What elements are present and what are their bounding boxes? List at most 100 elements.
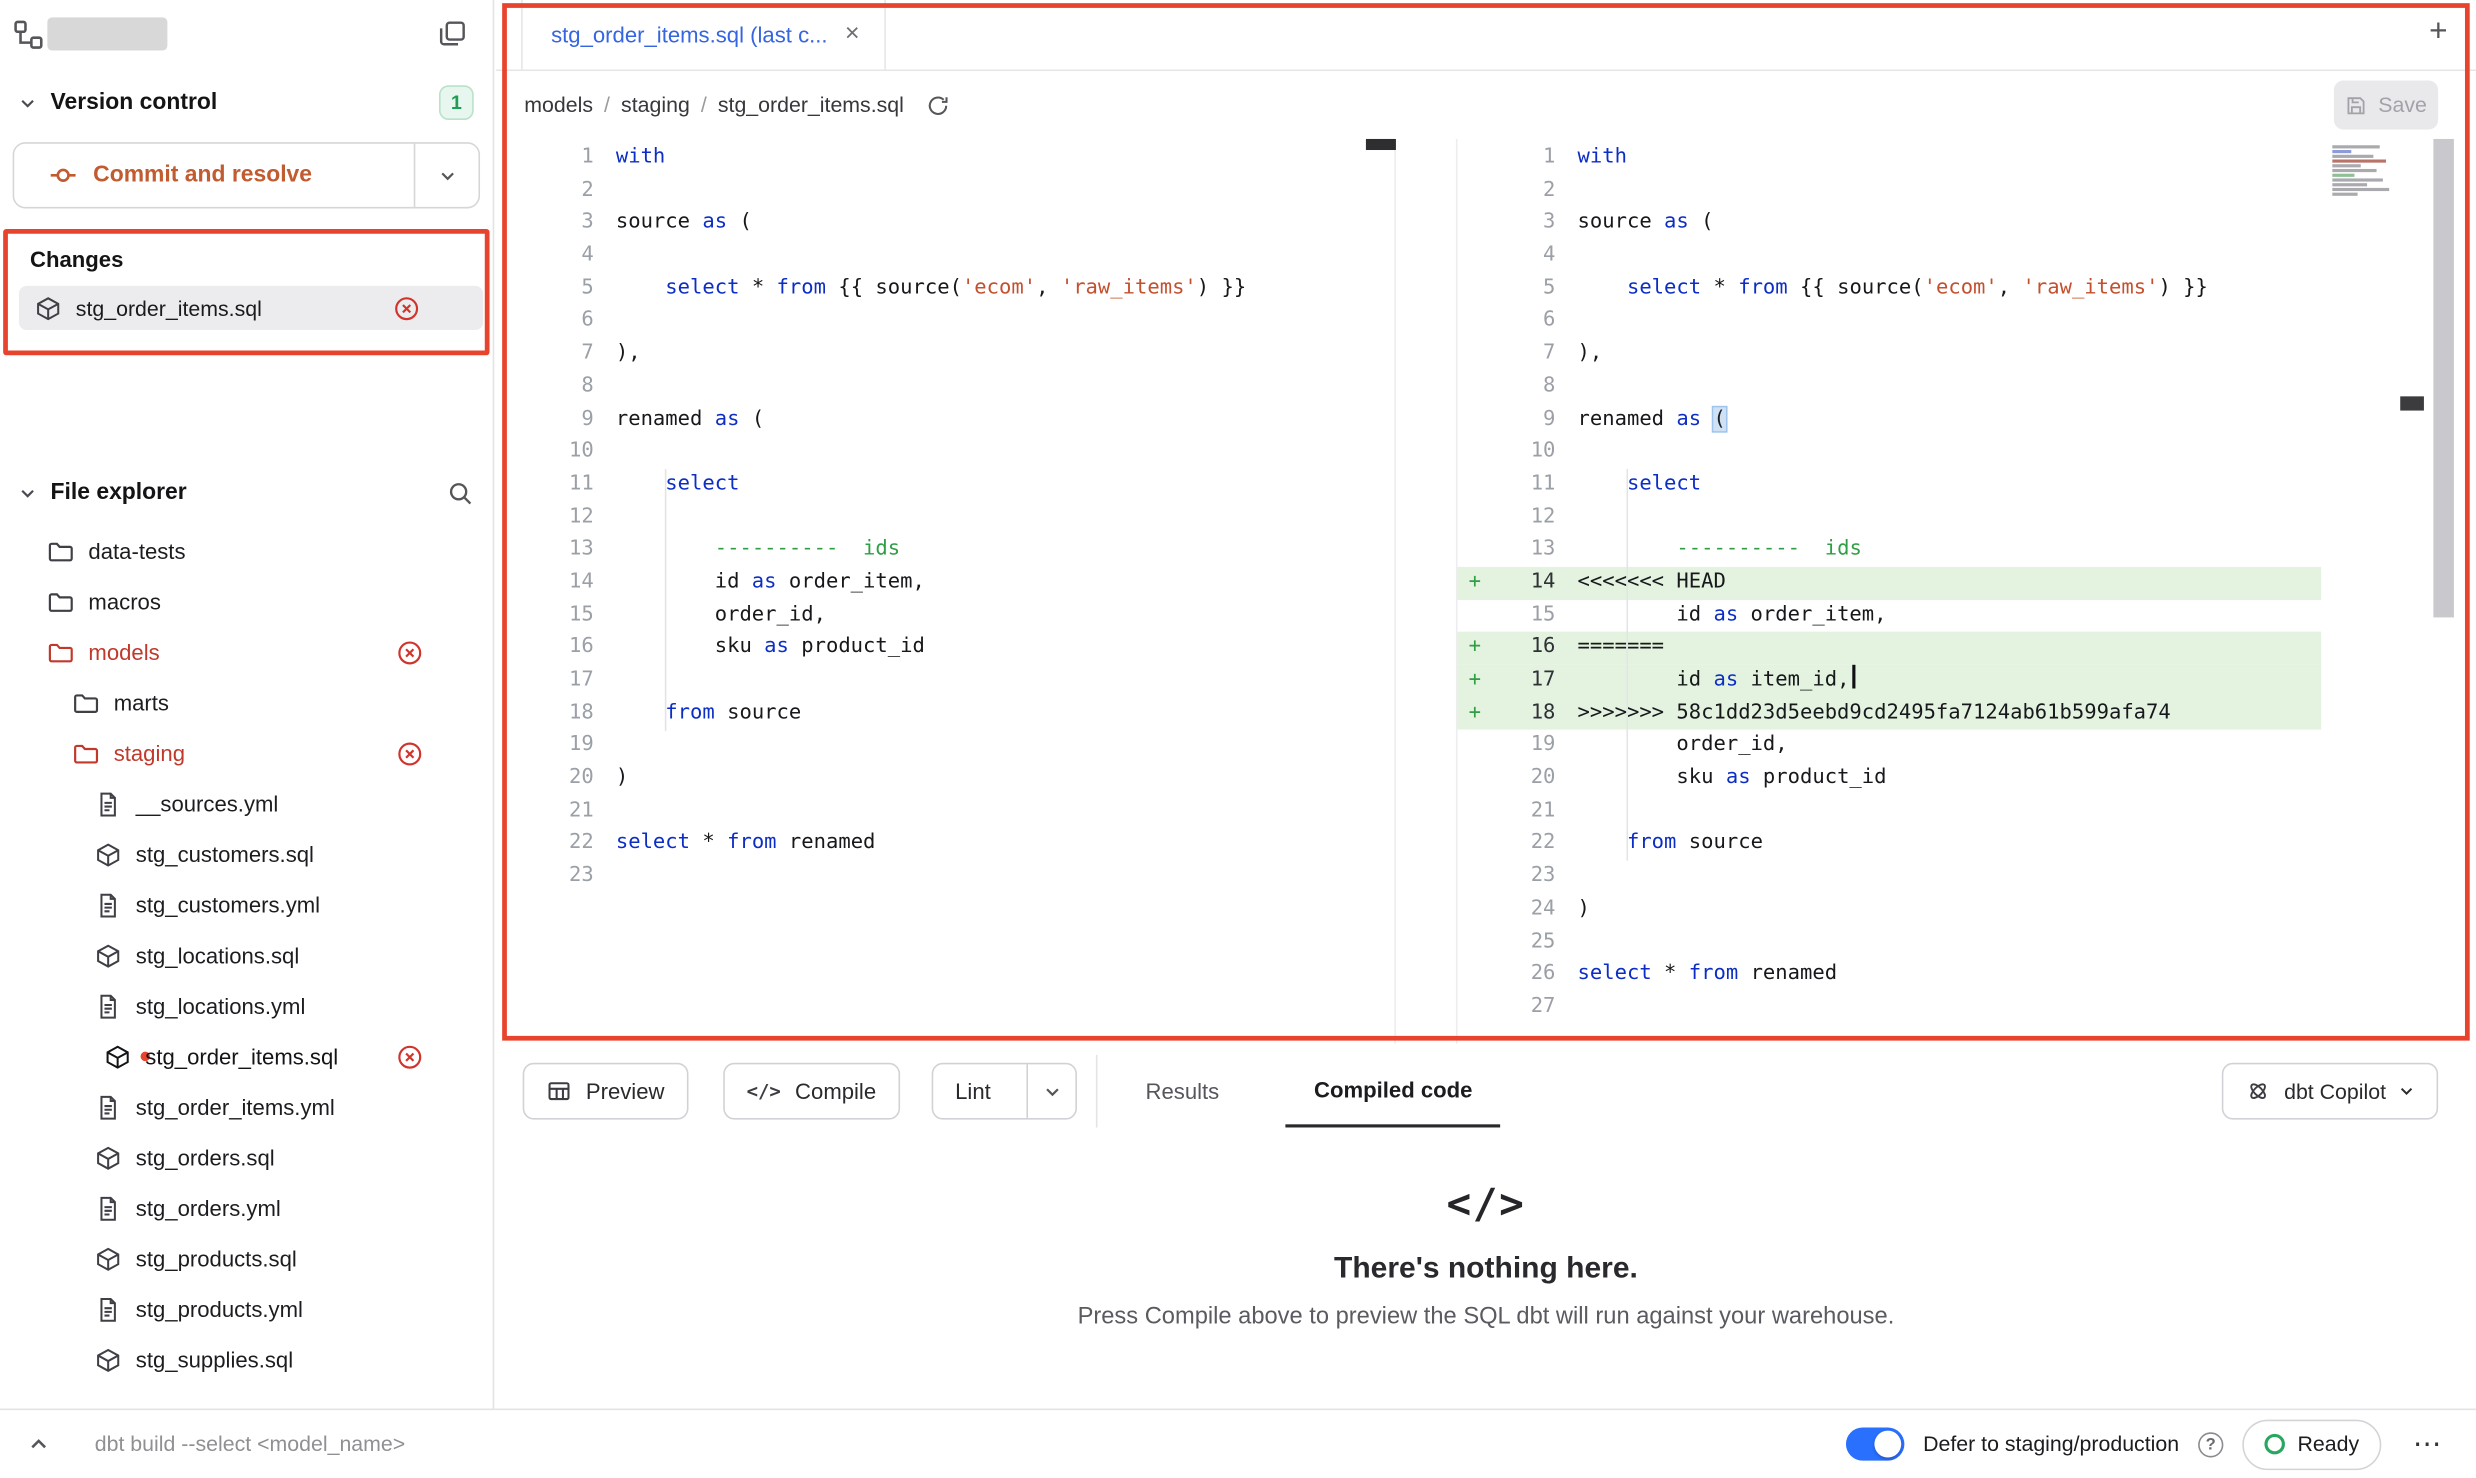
- pane-scrollbar-thumb[interactable]: [1366, 139, 1396, 150]
- file-icon: [95, 992, 122, 1019]
- diff-add-marker: [1458, 469, 1493, 502]
- editor-tabbar: stg_order_items.sql (last c... × +: [496, 0, 2476, 71]
- line-text: select: [594, 469, 740, 502]
- line-number: 15: [1492, 599, 1555, 632]
- file-explorer-item-stg_customers.yml[interactable]: stg_customers.yml: [0, 880, 493, 931]
- code-icon: </>: [747, 1080, 781, 1102]
- lint-label: Lint: [933, 1079, 1013, 1104]
- line-number: 4: [1492, 240, 1555, 273]
- search-icon[interactable]: [447, 479, 474, 506]
- lint-options-caret[interactable]: [1027, 1064, 1076, 1118]
- compile-button[interactable]: </> Compile: [723, 1063, 900, 1120]
- line-number: 4: [496, 240, 594, 273]
- file-explorer-item-macros[interactable]: macros: [0, 576, 493, 627]
- line-text: id as item_id,: [1555, 665, 1855, 698]
- line-number: 13: [1492, 534, 1555, 567]
- diff-add-marker: [1458, 991, 1493, 1024]
- line-text: renamed as (: [1555, 403, 1725, 436]
- breadcrumb-part[interactable]: models: [524, 93, 593, 117]
- dbt-copilot-button[interactable]: dbt Copilot: [2223, 1063, 2439, 1120]
- line-number: 9: [496, 403, 594, 436]
- file-explorer-item-stg_order_items.sql[interactable]: stg_order_items.sql: [0, 1031, 493, 1082]
- file-explorer-item-models[interactable]: models: [0, 627, 493, 678]
- file-explorer-item-stg_orders.yml[interactable]: stg_orders.yml: [0, 1183, 493, 1234]
- version-control-header[interactable]: Version control 1: [0, 73, 493, 124]
- file-explorer-item-stg_products.sql[interactable]: stg_products.sql: [0, 1233, 493, 1284]
- file-explorer-header[interactable]: File explorer: [0, 469, 493, 516]
- conflict-icon[interactable]: [393, 295, 420, 322]
- line-text: ),: [1555, 338, 1602, 371]
- command-input-placeholder[interactable]: dbt build --select <model_name>: [95, 1432, 405, 1456]
- file-explorer-item-staging[interactable]: staging: [0, 728, 493, 779]
- ready-status[interactable]: Ready: [2242, 1419, 2381, 1470]
- minimap[interactable]: [2332, 145, 2390, 202]
- code-line: 14 id as order_item,: [496, 567, 1395, 600]
- code-pane-current[interactable]: 1with23source as (45 select * from {{ so…: [496, 139, 1396, 1044]
- close-icon[interactable]: ×: [845, 22, 860, 47]
- file-explorer-item-stg_locations.sql[interactable]: stg_locations.sql: [0, 930, 493, 981]
- code-line: 21: [496, 795, 1395, 828]
- file-explorer-item-__sources.yml[interactable]: __sources.yml: [0, 778, 493, 829]
- changes-list: stg_order_items.sql: [14, 286, 478, 330]
- line-number: 20: [1492, 763, 1555, 796]
- conflict-icon[interactable]: [396, 740, 423, 767]
- folder-icon: [47, 588, 74, 615]
- help-icon[interactable]: ?: [2198, 1431, 2223, 1456]
- copy-panels-icon[interactable]: [437, 19, 467, 49]
- line-number: 8: [496, 371, 594, 404]
- empty-state-subtitle: Press Compile above to preview the SQL d…: [496, 1303, 2476, 1330]
- commit-and-resolve-button[interactable]: Commit and resolve: [13, 142, 480, 208]
- editor-scrollbar[interactable]: [2433, 139, 2454, 617]
- conflict-icon[interactable]: [396, 1043, 423, 1070]
- tab-compiled-code[interactable]: Compiled code: [1286, 1055, 1501, 1128]
- line-text: ),: [594, 338, 641, 371]
- model-icon: [95, 942, 122, 969]
- pane-scrollbar-thumb[interactable]: [2400, 396, 2424, 410]
- code-pane-incoming[interactable]: 1with23source as (45 select * from {{ so…: [1456, 139, 2321, 1044]
- commit-button-main[interactable]: Commit and resolve: [14, 144, 414, 207]
- lineage-icon[interactable]: [13, 19, 45, 51]
- file-name: stg_customers.yml: [136, 892, 320, 917]
- line-text: ---------- ids: [1555, 534, 1861, 567]
- file-explorer-item-stg_order_items.yml[interactable]: stg_order_items.yml: [0, 1082, 493, 1133]
- file-explorer-item-stg_orders.sql[interactable]: stg_orders.sql: [0, 1132, 493, 1183]
- file-explorer-item-stg_supplies.sql[interactable]: stg_supplies.sql: [0, 1334, 493, 1385]
- save-button[interactable]: Save: [2334, 81, 2438, 130]
- commit-options-caret[interactable]: [414, 144, 479, 207]
- file-name: stg_supplies.sql: [136, 1347, 293, 1372]
- line-text: [1555, 991, 1577, 1024]
- preview-button[interactable]: Preview: [523, 1063, 688, 1120]
- file-explorer-item-data-tests[interactable]: data-tests: [0, 526, 493, 577]
- chevron-up-icon[interactable]: [28, 1434, 49, 1455]
- code-line: 20 sku as product_id: [1458, 763, 2322, 796]
- code-line: 11 select: [496, 469, 1395, 502]
- line-text: [1555, 795, 1577, 828]
- breadcrumb-separator: /: [604, 93, 610, 117]
- new-tab-icon[interactable]: +: [2429, 16, 2447, 48]
- changed-file-stg_order_items.sql[interactable]: stg_order_items.sql: [19, 286, 483, 330]
- breadcrumb-part[interactable]: stg_order_items.sql: [718, 93, 904, 117]
- line-text: ): [1555, 893, 1589, 926]
- file-explorer-item-stg_locations.yml[interactable]: stg_locations.yml: [0, 981, 493, 1032]
- sidebar: Version control 1 Commit and resolve Cha…: [0, 0, 494, 1409]
- conflict-icon[interactable]: [396, 639, 423, 666]
- line-text: [1555, 926, 1577, 959]
- line-text: [1555, 240, 1577, 273]
- defer-toggle[interactable]: [1846, 1428, 1904, 1461]
- line-number: 10: [1492, 436, 1555, 469]
- line-text: renamed as (: [594, 403, 764, 436]
- tab-stg-order-items[interactable]: stg_order_items.sql (last c... ×: [521, 0, 886, 69]
- file-explorer-item-stg_products.yml[interactable]: stg_products.yml: [0, 1284, 493, 1335]
- model-icon: [95, 1245, 122, 1272]
- file-explorer-item-marts[interactable]: marts: [0, 677, 493, 728]
- line-number: 21: [1492, 795, 1555, 828]
- overflow-menu-icon[interactable]: ⋯: [2400, 1428, 2454, 1461]
- refresh-icon[interactable]: [926, 92, 951, 117]
- lint-button[interactable]: Lint: [931, 1063, 1077, 1120]
- line-number: 7: [1492, 338, 1555, 371]
- breadcrumb[interactable]: models / staging / stg_order_items.sql S…: [496, 71, 2476, 139]
- tab-results[interactable]: Results: [1142, 1055, 1222, 1128]
- breadcrumb-part[interactable]: staging: [621, 93, 690, 117]
- line-text: source as (: [594, 207, 752, 240]
- file-explorer-item-stg_customers.sql[interactable]: stg_customers.sql: [0, 829, 493, 880]
